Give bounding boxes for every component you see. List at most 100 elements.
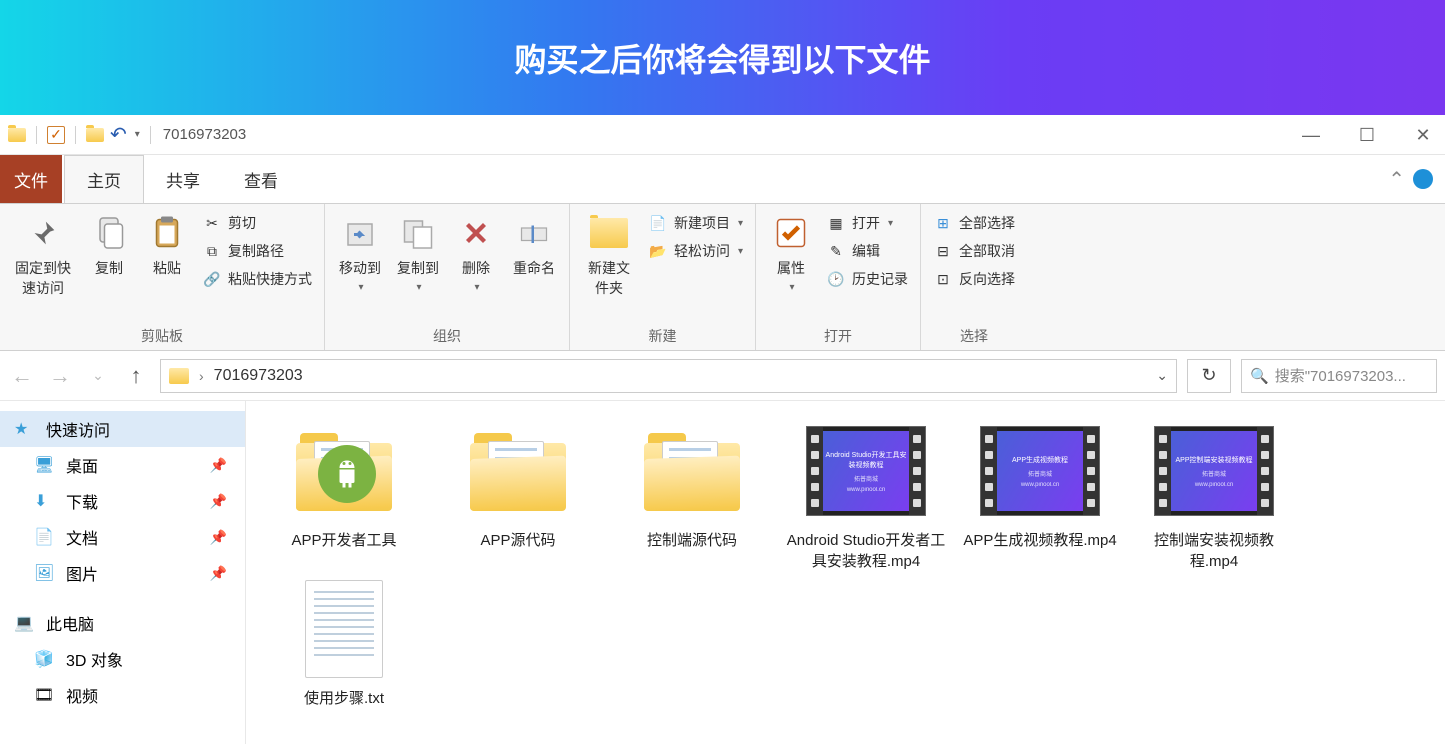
video-icon: 🎞 (34, 685, 56, 705)
sidebar-item-pictures[interactable]: 🖼 图片 📌 (0, 555, 245, 591)
content-area: ★ 快速访问 🖥 桌面 📌 ⬇ 下载 📌 📄 文档 📌 🖼 图片 📌 💻 此电脑 (0, 401, 1445, 744)
collapse-ribbon-icon[interactable]: ⌃ (1388, 167, 1405, 192)
forward-button[interactable]: → (46, 363, 74, 389)
pin-icon: 📌 (210, 529, 227, 546)
delete-label: 删除 (462, 258, 490, 278)
open-button[interactable]: ▦打开▾ (824, 210, 910, 236)
sidebar-label: 此电脑 (46, 611, 94, 635)
file-thumbnail: APP控制端安装视频教程拓普商城www.pinool.cn (1154, 421, 1274, 521)
sidebar-item-quick-access[interactable]: ★ 快速访问 (0, 411, 245, 447)
sidebar-item-videos[interactable]: 🎞 视频 (0, 677, 245, 713)
cut-button[interactable]: ✂剪切 (200, 210, 314, 236)
sidebar-item-documents[interactable]: 📄 文档 📌 (0, 519, 245, 555)
address-bar[interactable]: › 7016973203 ⌄ (160, 359, 1177, 393)
folder-icon[interactable] (8, 128, 26, 142)
back-button[interactable]: ← (8, 363, 36, 389)
file-item[interactable]: Android Studio开发工具安装视频教程拓普商城www.pinool.c… (786, 421, 946, 571)
move-to-button[interactable]: 移动到▾ (335, 210, 385, 295)
sidebar-item-this-pc[interactable]: 💻 此电脑 (0, 605, 245, 641)
file-name: APP生成视频教程.mp4 (963, 529, 1116, 550)
select-all-button[interactable]: ⊞全部选择 (931, 210, 1017, 236)
new-folder-button[interactable]: 新建文件夹 (580, 210, 638, 300)
copy-to-button[interactable]: 复制到▾ (393, 210, 443, 295)
file-thumbnail (458, 421, 578, 521)
address-dropdown-icon[interactable]: ⌄ (1156, 367, 1168, 384)
rename-button[interactable]: 重命名 (509, 210, 559, 280)
ribbon-group-select: ⊞全部选择 ⊟全部取消 ⊡反向选择 选择 (921, 204, 1027, 350)
file-item[interactable]: APP源代码 (438, 421, 598, 571)
properties-button[interactable]: 属性▾ (766, 210, 816, 295)
pin-icon: 📌 (210, 493, 227, 510)
file-thumbnail (284, 579, 404, 679)
new-item-button[interactable]: 📄新建项目▾ (646, 210, 745, 236)
sidebar-item-desktop[interactable]: 🖥 桌面 📌 (0, 447, 245, 483)
file-item[interactable]: APP生成视频教程拓普商城www.pinool.cn APP生成视频教程.mp4 (960, 421, 1120, 571)
quick-access-toolbar: ✓ ↶ ▾ (8, 122, 155, 147)
sidebar-label: 桌面 (66, 453, 98, 477)
undo-icon[interactable]: ↶ (110, 122, 127, 147)
history-label: 历史记录 (852, 269, 908, 289)
file-name: Android Studio开发者工具安装教程.mp4 (786, 529, 946, 571)
up-button[interactable]: ↑ (122, 363, 150, 389)
sidebar-item-3d-objects[interactable]: 🧊 3D 对象 (0, 641, 245, 677)
search-input[interactable]: 🔍 搜索"7016973203... (1241, 359, 1437, 393)
copy-label: 复制 (95, 258, 123, 278)
ribbon-group-clipboard: 固定到快速访问 复制 粘贴 ✂剪切 ⧉复制路径 🔗粘贴快捷方式 剪贴板 (0, 204, 325, 350)
paste-shortcut-button[interactable]: 🔗粘贴快捷方式 (200, 266, 314, 292)
promo-banner: 购买之后你将会得到以下文件 (0, 0, 1445, 115)
file-name: APP开发者工具 (291, 529, 396, 550)
paste-button[interactable]: 粘贴 (142, 210, 192, 280)
file-thumbnail: Android Studio开发工具安装视频教程拓普商城www.pinool.c… (806, 421, 926, 521)
file-item[interactable]: APP开发者工具 (264, 421, 424, 571)
navigation-bar: ← → ⌄ ↑ › 7016973203 ⌄ ↻ 🔍 搜索"7016973203… (0, 351, 1445, 401)
delete-button[interactable]: 删除▾ (451, 210, 501, 295)
navigation-pane: ★ 快速访问 🖥 桌面 📌 ⬇ 下载 📌 📄 文档 📌 🖼 图片 📌 💻 此电脑 (0, 401, 246, 744)
download-icon: ⬇ (34, 491, 56, 511)
close-button[interactable]: ✕ (1407, 125, 1439, 146)
group-label-open: 打开 (766, 322, 910, 346)
help-icon[interactable] (1413, 169, 1433, 189)
tab-home[interactable]: 主页 (64, 155, 144, 203)
sidebar-label: 快速访问 (46, 417, 110, 441)
qa-dropdown-icon[interactable]: ▾ (135, 129, 140, 140)
history-button[interactable]: 🕑历史记录 (824, 266, 910, 292)
copy-button[interactable]: 复制 (84, 210, 134, 280)
separator (36, 126, 37, 144)
tab-view[interactable]: 查看 (222, 155, 300, 203)
maximize-button[interactable]: ☐ (1351, 125, 1383, 146)
tab-share[interactable]: 共享 (144, 155, 222, 203)
paste-label: 粘贴 (153, 258, 181, 278)
copy-path-button[interactable]: ⧉复制路径 (200, 238, 314, 264)
properties-quick-icon[interactable]: ✓ (47, 126, 65, 144)
sidebar-item-downloads[interactable]: ⬇ 下载 📌 (0, 483, 245, 519)
chevron-right-icon[interactable]: › (199, 368, 204, 384)
file-item[interactable]: 控制端源代码 (612, 421, 772, 571)
window-controls: ― ☐ ✕ (1295, 115, 1439, 155)
banner-title: 购买之后你将会得到以下文件 (514, 35, 930, 81)
sidebar-label: 3D 对象 (66, 647, 123, 671)
properties-label: 属性 (777, 258, 805, 278)
cut-label: 剪切 (228, 213, 256, 233)
window-title: 7016973203 (163, 126, 246, 143)
cube-icon: 🧊 (34, 649, 56, 669)
new-folder-quick-icon[interactable] (86, 128, 104, 142)
edit-label: 编辑 (852, 241, 880, 261)
sidebar-label: 图片 (66, 561, 98, 585)
select-all-label: 全部选择 (959, 213, 1015, 233)
invert-selection-button[interactable]: ⊡反向选择 (931, 266, 1017, 292)
file-thumbnail (284, 421, 404, 521)
file-item[interactable]: APP控制端安装视频教程拓普商城www.pinool.cn 控制端安装视频教程.… (1134, 421, 1294, 571)
select-none-button[interactable]: ⊟全部取消 (931, 238, 1017, 264)
edit-button[interactable]: ✎编辑 (824, 238, 910, 264)
easy-access-button[interactable]: 📂轻松访问▾ (646, 238, 745, 264)
refresh-button[interactable]: ↻ (1187, 359, 1231, 393)
new-folder-label: 新建文件夹 (584, 258, 634, 298)
file-item[interactable]: 使用步骤.txt (264, 579, 424, 708)
minimize-button[interactable]: ― (1295, 125, 1327, 146)
tab-file[interactable]: 文件 (0, 155, 62, 203)
breadcrumb[interactable]: 7016973203 (214, 367, 303, 385)
pin-to-quick-access-button[interactable]: 固定到快速访问 (10, 210, 76, 300)
group-label-select: 选择 (931, 322, 1017, 346)
recent-locations-button[interactable]: ⌄ (84, 367, 112, 384)
copy-to-label: 复制到 (397, 258, 439, 278)
